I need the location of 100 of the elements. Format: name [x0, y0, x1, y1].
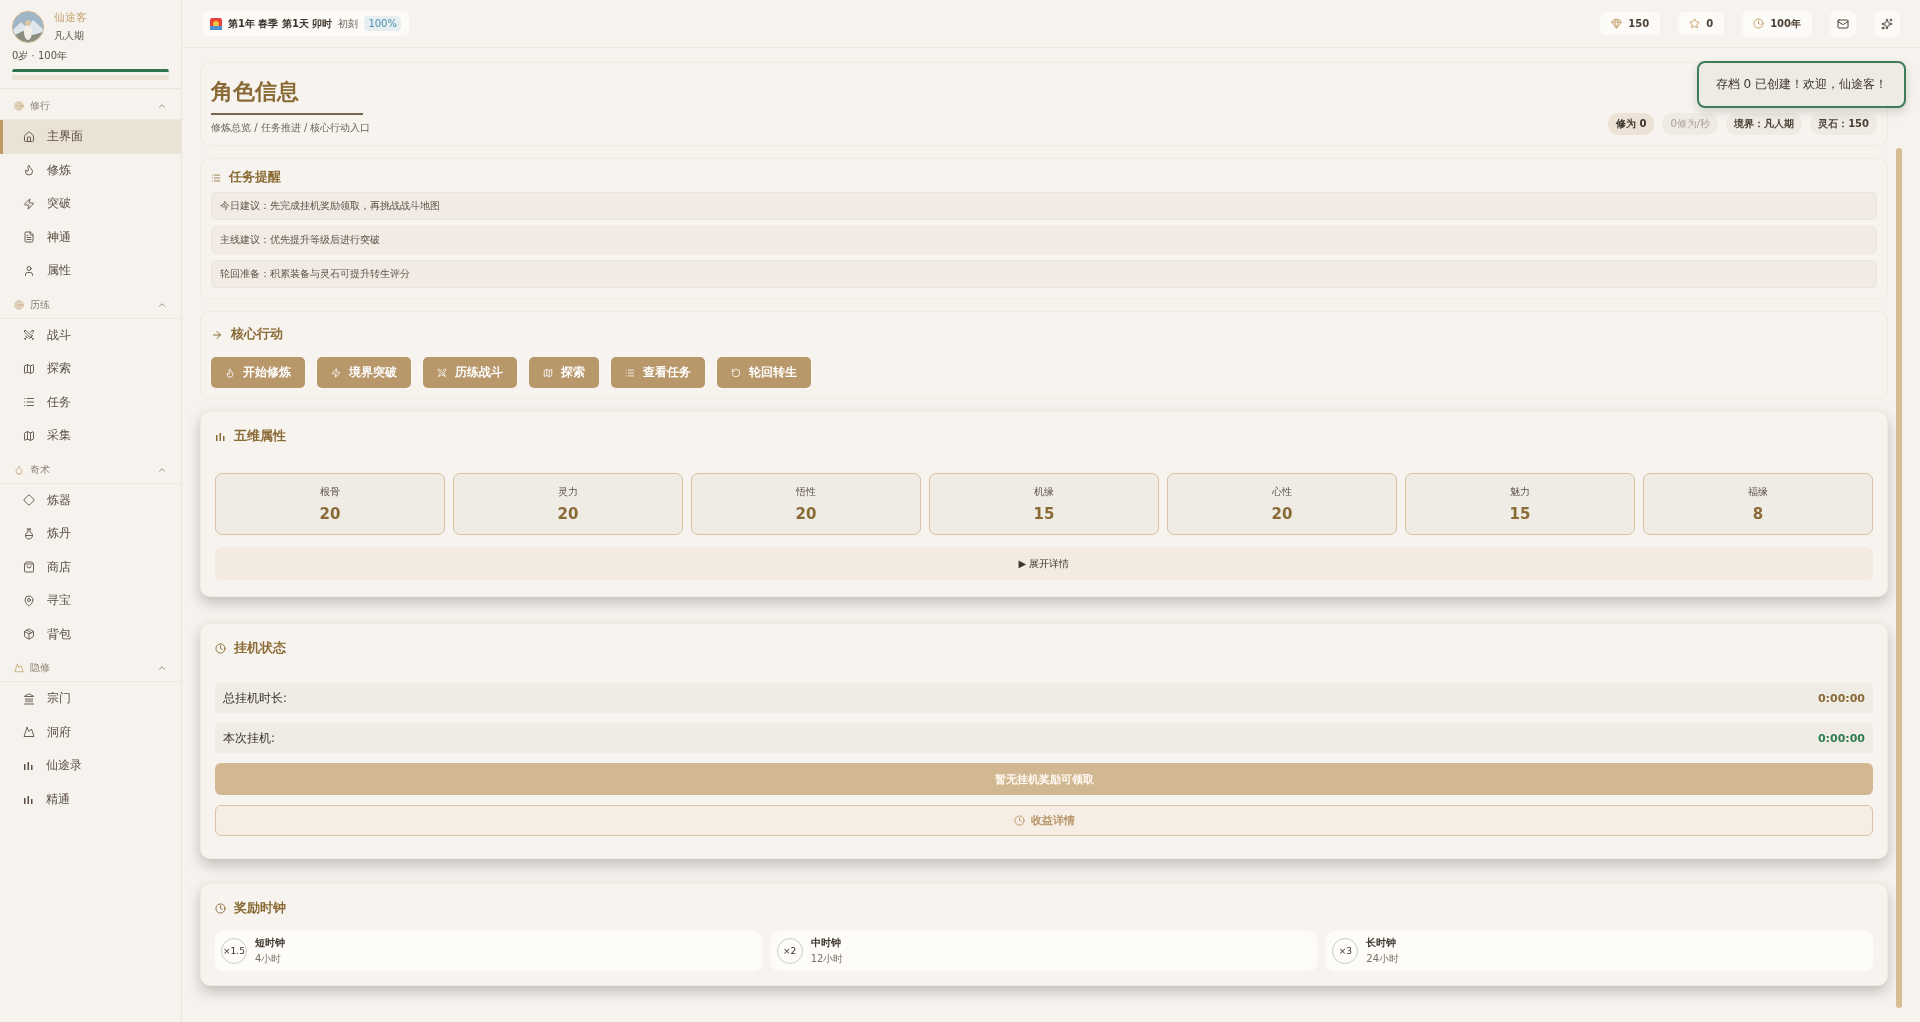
date-text: 第1年 春季 第1天 卯时 [228, 16, 333, 31]
moment-label: 初刻 [338, 16, 359, 31]
sunrise-icon [210, 17, 222, 30]
nav-label: 炼丹 [47, 525, 71, 543]
bar-chart-icon [215, 431, 226, 442]
nav-label: 洞府 [47, 723, 71, 741]
speed-badge: 100% [364, 16, 401, 31]
clock-name: 长时钟 [1366, 936, 1398, 950]
expand-details-button[interactable]: ▶ 展开详情 [215, 547, 1873, 580]
section-title: 奇术 [30, 462, 51, 477]
scrollbar[interactable] [1896, 148, 1902, 1008]
sidebar-item[interactable]: 战斗 [0, 318, 181, 352]
drop-icon [14, 464, 24, 475]
mail-button[interactable] [1830, 10, 1856, 37]
bag-icon [23, 561, 35, 574]
nav-label: 仙途录 [46, 757, 82, 775]
mountain-icon [23, 726, 35, 739]
realm-label: 凡人期 [54, 29, 85, 43]
user-icon [23, 264, 35, 277]
attribute-name: 魅力 [1510, 485, 1530, 499]
status-tag: 0修为/秒 [1662, 113, 1719, 135]
sparkle-button[interactable] [1874, 10, 1900, 37]
sidebar-item[interactable]: 寻宝 [0, 584, 181, 618]
clock-card[interactable]: ×3 长时钟 24小时 [1326, 931, 1873, 971]
clock-icon [215, 643, 226, 654]
section-title: 核心行动 [231, 326, 283, 343]
nav-label: 探索 [47, 360, 71, 378]
attribute-value: 15 [1033, 505, 1055, 523]
attribute-name: 根骨 [320, 485, 340, 499]
flame-icon [23, 164, 35, 177]
attribute-name: 悟性 [796, 485, 816, 499]
sidebar-item[interactable]: 神通 [0, 220, 181, 254]
home-icon [23, 130, 35, 143]
attribute-name: 机缘 [1034, 485, 1054, 499]
target-icon [14, 299, 24, 310]
nav-label: 战斗 [47, 326, 71, 344]
sidebar-item[interactable]: 突破 [0, 187, 181, 221]
nav-label: 修炼 [47, 161, 71, 179]
resource-value: 0 [1706, 18, 1714, 29]
clock-card[interactable]: ×2 中时钟 12小时 [770, 931, 1318, 971]
sidebar-item[interactable]: 探索 [0, 352, 181, 386]
sidebar-item[interactable]: 商店 [0, 550, 181, 584]
task-hint: 主线建议：优先提升等级后进行突破 [211, 226, 1877, 254]
nav-label: 商店 [47, 558, 71, 576]
section-title: 五维属性 [234, 428, 286, 445]
sidebar-item[interactable]: 宗门 [0, 682, 181, 716]
attribute-value: 20 [795, 505, 817, 523]
list-icon [211, 172, 221, 183]
task-hint: 今日建议：先完成挂机奖励领取，再挑战战斗地图 [211, 192, 1877, 220]
flask-icon [23, 527, 35, 540]
resource-value: 100年 [1770, 16, 1801, 31]
clock-duration: 24小时 [1366, 952, 1400, 966]
status-tag: 灵石：150 [1810, 113, 1877, 135]
row-value: 0:00:00 [1817, 691, 1865, 705]
nav-label: 突破 [47, 195, 71, 213]
swords-icon [437, 367, 447, 378]
row-value: 0:00:00 [1817, 731, 1865, 745]
sidebar-item[interactable]: 主界面 [0, 120, 181, 154]
nav-section-header[interactable]: 奇术 [0, 452, 181, 484]
section-title: 奖励时钟 [234, 900, 286, 917]
clock-name: 中时钟 [810, 936, 842, 950]
row-label: 本次挂机: [223, 730, 275, 746]
sidebar-item[interactable]: 任务 [0, 385, 181, 419]
toast-message: 存档 0 已创建！欢迎，仙途客！ [1696, 61, 1906, 108]
sidebar-item[interactable]: 精通 [0, 782, 181, 816]
map-icon [543, 367, 553, 378]
nav-section-header[interactable]: 隐修 [0, 651, 181, 682]
attribute-value: 20 [1271, 505, 1293, 523]
sidebar-item[interactable]: 采集 [0, 419, 181, 453]
sidebar-item[interactable]: 仙途录 [0, 749, 181, 783]
sidebar-item[interactable]: 属性 [0, 254, 181, 288]
sidebar-item[interactable]: 炼丹 [0, 517, 181, 551]
attribute-value: 20 [557, 505, 579, 523]
attribute-value: 20 [319, 505, 341, 523]
nav-label: 炼器 [47, 491, 71, 509]
task-hint: 轮回准备：积累装备与灵石可提升转生评分 [211, 260, 1877, 288]
section-title: 隐修 [30, 661, 51, 675]
sidebar-item[interactable]: 修炼 [0, 153, 181, 187]
clock-duration: 4小时 [255, 952, 283, 966]
list-icon [625, 367, 635, 378]
nav-label: 神通 [47, 228, 71, 246]
clock-card[interactable]: ×1.5 短时钟 4小时 [215, 931, 762, 971]
diamond-icon [23, 494, 35, 507]
resource-value: 150 [1628, 18, 1650, 29]
section-title: 修行 [30, 99, 51, 113]
nav-section-header[interactable]: 历练 [0, 287, 181, 319]
sidebar-item[interactable]: 炼器 [0, 483, 181, 517]
attribute-value: 8 [1752, 505, 1764, 523]
attribute-value: 15 [1509, 505, 1531, 523]
sidebar-item[interactable]: 背包 [0, 617, 181, 651]
nav-label: 属性 [47, 262, 71, 280]
status-tag: 境界：凡人期 [1726, 113, 1803, 135]
sidebar-item[interactable]: 洞府 [0, 715, 181, 749]
box-icon [23, 628, 35, 641]
player-name: 仙途客 [54, 10, 87, 25]
section-title: 历练 [30, 297, 51, 312]
nav-label: 采集 [47, 427, 71, 445]
age-label: 0岁 · 100年 [12, 49, 69, 63]
swords-icon [23, 329, 35, 342]
attribute-name: 心性 [1272, 485, 1292, 499]
